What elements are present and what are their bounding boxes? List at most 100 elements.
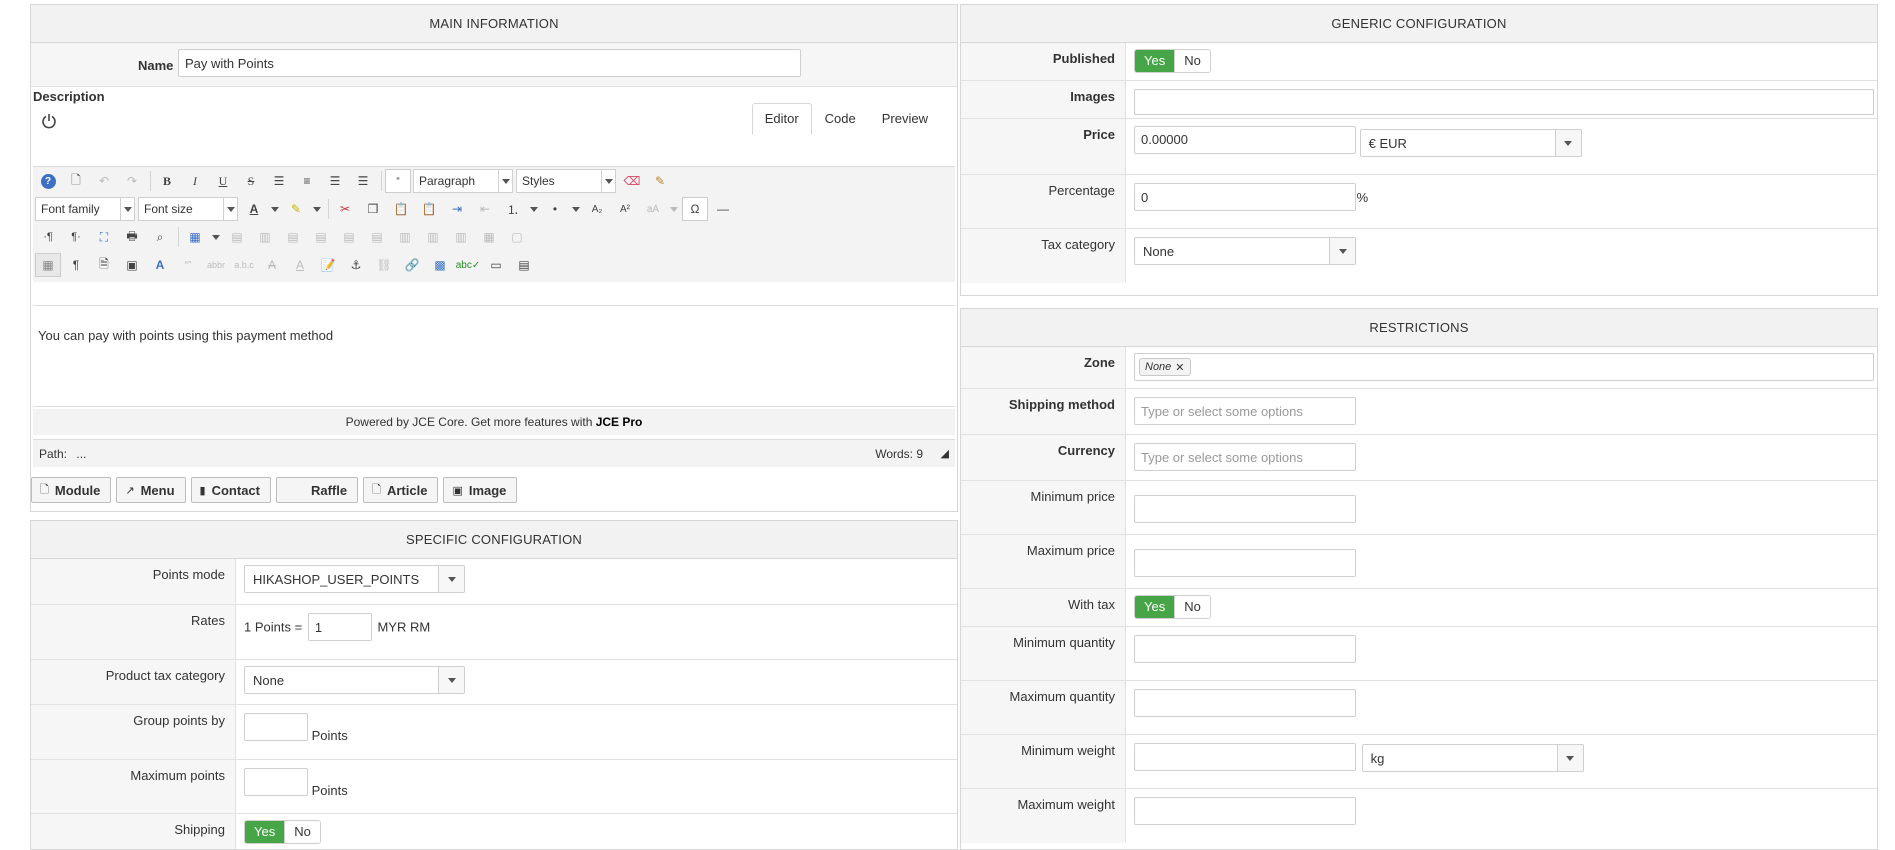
readmore-icon[interactable]: ▭ bbox=[483, 253, 509, 277]
font-size-select[interactable]: Font size bbox=[138, 197, 238, 221]
published-toggle[interactable]: Yes No bbox=[1134, 49, 1211, 73]
table-insert-row-after-icon[interactable]: ▤ bbox=[308, 225, 334, 249]
with-tax-yes[interactable]: Yes bbox=[1135, 596, 1175, 618]
with-tax-no[interactable]: No bbox=[1174, 596, 1210, 618]
font-color-icon[interactable]: A bbox=[241, 197, 267, 221]
highlight-icon[interactable]: ✎ bbox=[283, 197, 309, 221]
raffle-button[interactable]: Raffle bbox=[275, 477, 359, 503]
name-input[interactable] bbox=[178, 49, 801, 77]
font-family-select[interactable]: Font family bbox=[35, 197, 135, 221]
tab-code[interactable]: Code bbox=[812, 103, 869, 135]
table-split-cells-icon[interactable]: ▦ bbox=[476, 225, 502, 249]
table-delete-col-icon[interactable]: ▥ bbox=[448, 225, 474, 249]
tab-preview[interactable]: Preview bbox=[869, 103, 941, 135]
align-center-icon[interactable]: ≡ bbox=[294, 169, 320, 193]
min-weight-input[interactable] bbox=[1134, 743, 1356, 771]
currency-select[interactable]: € EUR bbox=[1359, 129, 1582, 157]
special-char-icon[interactable]: Ω bbox=[682, 197, 708, 221]
module-button[interactable]: 🗋 Module bbox=[31, 477, 112, 503]
table-delete-row-2-icon[interactable]: ▤ bbox=[364, 225, 390, 249]
product-tax-select[interactable]: None bbox=[244, 666, 465, 694]
rates-input[interactable] bbox=[307, 613, 372, 641]
weight-unit-select[interactable]: kg bbox=[1361, 744, 1584, 773]
group-points-input[interactable] bbox=[244, 713, 308, 741]
new-document-icon[interactable]: 🗋 bbox=[63, 169, 89, 193]
price-input[interactable] bbox=[1134, 125, 1356, 154]
table-dropdown-icon[interactable] bbox=[210, 225, 222, 249]
table-icon[interactable]: ▦ bbox=[182, 225, 208, 249]
horizontal-rule-icon[interactable]: — bbox=[710, 197, 736, 221]
zone-multiselect[interactable]: None ✕ bbox=[1134, 353, 1874, 381]
max-points-input[interactable] bbox=[244, 768, 308, 796]
numbered-list-dropdown-icon[interactable] bbox=[528, 197, 540, 221]
paste-icon[interactable]: 📋 bbox=[388, 197, 414, 221]
highlight-dropdown-icon[interactable] bbox=[311, 197, 323, 221]
bullet-list-icon[interactable]: • bbox=[542, 197, 568, 221]
attributes-icon[interactable]: 📝 bbox=[315, 253, 341, 277]
article-icon[interactable]: ▤ bbox=[511, 253, 537, 277]
unlink-icon[interactable]: ⛓ bbox=[371, 253, 397, 277]
bullet-list-dropdown-icon[interactable] bbox=[570, 197, 582, 221]
del-icon[interactable]: A bbox=[259, 253, 285, 277]
contact-button[interactable]: ▮ Contact bbox=[190, 477, 271, 503]
underline-icon[interactable]: U bbox=[210, 169, 236, 193]
remove-chip-icon[interactable]: ✕ bbox=[1175, 361, 1184, 374]
text-case-icon[interactable]: aA bbox=[640, 197, 666, 221]
menu-button[interactable]: ↗ Menu bbox=[116, 477, 186, 503]
superscript-icon[interactable]: A² bbox=[612, 197, 638, 221]
resize-handle-icon[interactable]: ◢ bbox=[941, 440, 949, 468]
table-delete-row-icon[interactable]: ▤ bbox=[336, 225, 362, 249]
abbr-icon[interactable]: abbr bbox=[203, 253, 229, 277]
acronym-icon[interactable]: a.b.c bbox=[231, 253, 257, 277]
table-insert-col-before-icon[interactable]: ▥ bbox=[392, 225, 418, 249]
article-button[interactable]: 🗋 Article bbox=[363, 477, 439, 503]
min-qty-input[interactable] bbox=[1134, 635, 1356, 663]
table-cell-props-icon[interactable]: ▥ bbox=[252, 225, 278, 249]
shipping-yes[interactable]: Yes bbox=[245, 821, 285, 843]
visual-aid-icon[interactable]: ▦ bbox=[35, 253, 61, 277]
numbered-list-icon[interactable]: ⒈ bbox=[500, 197, 526, 221]
rtl-icon[interactable]: ¶· bbox=[63, 225, 89, 249]
cite-icon[interactable]: “” bbox=[175, 253, 201, 277]
with-tax-toggle[interactable]: Yes No bbox=[1134, 595, 1211, 619]
ltr-icon[interactable]: ·¶ bbox=[35, 225, 61, 249]
outdent-icon[interactable]: ⇤ bbox=[472, 197, 498, 221]
images-input[interactable] bbox=[1134, 89, 1874, 115]
tax-category-select[interactable]: None bbox=[1134, 237, 1356, 265]
subscript-icon[interactable]: A₂ bbox=[584, 197, 610, 221]
align-justify-icon[interactable]: ☰ bbox=[266, 169, 292, 193]
style-icon[interactable]: A bbox=[147, 253, 173, 277]
percentage-input[interactable] bbox=[1134, 183, 1356, 211]
bold-icon[interactable]: B bbox=[154, 169, 180, 193]
points-mode-select[interactable]: HIKASHOP_USER_POINTS bbox=[244, 565, 465, 593]
search-icon[interactable]: ⌕ bbox=[147, 225, 173, 249]
ins-icon[interactable]: A bbox=[287, 253, 313, 277]
format-select[interactable]: Paragraph bbox=[413, 169, 513, 193]
table-insert-col-after-icon[interactable]: ▥ bbox=[420, 225, 446, 249]
shipping-toggle[interactable]: Yes No bbox=[244, 820, 321, 844]
cut-icon[interactable]: ✂ bbox=[332, 197, 358, 221]
undo-icon[interactable]: ↶ bbox=[91, 169, 117, 193]
fullscreen-icon[interactable]: ⛶ bbox=[91, 225, 117, 249]
eraser-icon[interactable]: ⌫ bbox=[619, 169, 645, 193]
spellcheck-icon[interactable]: abc✓ bbox=[455, 253, 481, 277]
table-row-props-icon[interactable]: ▤ bbox=[224, 225, 250, 249]
italic-icon[interactable]: I bbox=[182, 169, 208, 193]
image-button[interactable]: ▣ Image bbox=[443, 477, 518, 503]
jce-pro-link[interactable]: JCE Pro bbox=[596, 415, 643, 429]
published-yes[interactable]: Yes bbox=[1135, 50, 1175, 72]
image-icon[interactable]: ▩ bbox=[427, 253, 453, 277]
table-merge-cells-icon[interactable]: ▢ bbox=[504, 225, 530, 249]
min-price-input[interactable] bbox=[1134, 495, 1356, 523]
strikethrough-icon[interactable]: S bbox=[238, 169, 264, 193]
caption-icon[interactable]: ▣ bbox=[119, 253, 145, 277]
editor-content-area[interactable]: You can pay with points using this payme… bbox=[33, 305, 955, 407]
copy-icon[interactable]: ❐ bbox=[360, 197, 386, 221]
max-qty-input[interactable] bbox=[1134, 689, 1356, 717]
shipping-method-input[interactable] bbox=[1134, 397, 1356, 425]
indent-icon[interactable]: ⇥ bbox=[444, 197, 470, 221]
print-icon[interactable]: 🖶 bbox=[119, 225, 145, 249]
tab-editor[interactable]: Editor bbox=[751, 103, 812, 135]
align-right-icon[interactable]: ☰ bbox=[350, 169, 376, 193]
link-icon[interactable]: 🔗 bbox=[399, 253, 425, 277]
